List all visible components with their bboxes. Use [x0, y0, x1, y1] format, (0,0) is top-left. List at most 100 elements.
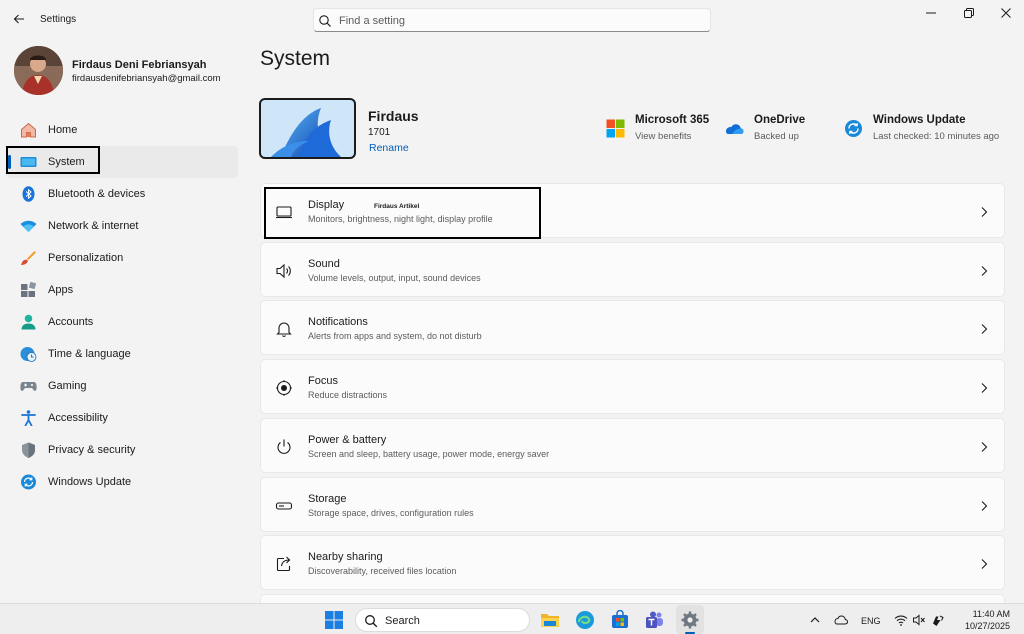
app-title: Settings [40, 14, 77, 25]
sidebar-item-label: Apps [48, 284, 74, 296]
bluetooth-icon [22, 186, 35, 202]
card-subtitle: Volume levels, output, input, sound devi… [308, 273, 481, 283]
system-highlight-box [6, 146, 100, 174]
restore-icon [964, 8, 974, 18]
back-button[interactable] [10, 10, 28, 28]
card-power-battery[interactable]: Power & battery Screen and sleep, batter… [260, 418, 1005, 473]
language-indicator[interactable]: ENG [861, 616, 881, 626]
find-setting-search[interactable] [313, 8, 711, 32]
card-title: Notifications [308, 316, 368, 328]
sidebar-item-label: Accounts [48, 316, 94, 328]
update-icon [21, 474, 36, 490]
chevron-right-icon [981, 207, 988, 217]
close-button[interactable] [997, 6, 1015, 20]
taskbar-search[interactable]: Search [355, 608, 530, 632]
profile-name: Firdaus Deni Febriansyah [72, 59, 207, 71]
card-subtitle: Discoverability, received files location [308, 566, 457, 576]
chevron-right-icon [981, 324, 988, 334]
file-explorer-icon[interactable] [540, 610, 560, 630]
title-bar: Settings [0, 0, 1024, 38]
card-title: Sound [308, 258, 340, 270]
rename-link[interactable]: Rename [369, 142, 409, 154]
chevron-right-icon [981, 501, 988, 511]
minimize-button[interactable] [922, 6, 940, 20]
volume-muted-icon[interactable] [912, 613, 926, 627]
cloud-icon[interactable] [834, 613, 848, 627]
focus-icon [276, 380, 292, 396]
card-storage[interactable]: Storage Storage space, drives, configura… [260, 477, 1005, 532]
chevron-right-icon [981, 442, 988, 452]
sidebar-item-label: Privacy & security [48, 444, 136, 456]
clock[interactable]: 11:40 AM 10/27/2025 [955, 608, 1010, 632]
sidebar-item-personalization[interactable]: Personalization [6, 242, 238, 274]
apps-icon [21, 282, 37, 297]
brush-icon [21, 251, 36, 265]
restore-button[interactable] [960, 6, 978, 20]
sidebar-item-privacy[interactable]: Privacy & security [6, 434, 238, 466]
chevron-right-icon [981, 559, 988, 569]
edge-browser-icon[interactable] [575, 610, 595, 630]
quick-link-subtitle: Backed up [754, 131, 799, 142]
search-input[interactable] [339, 12, 699, 29]
quick-link-title: Microsoft 365 [635, 114, 710, 126]
sidebar-item-accessibility[interactable]: Accessibility [6, 402, 238, 434]
chevron-right-icon [981, 383, 988, 393]
sidebar-item-apps[interactable]: Apps [6, 274, 238, 306]
card-focus[interactable]: Focus Reduce distractions [260, 359, 1005, 414]
globe-clock-icon [20, 347, 37, 362]
card-nearby-sharing[interactable]: Nearby sharing Discoverability, received… [260, 535, 1005, 590]
shield-icon [22, 442, 35, 458]
sidebar-item-home[interactable]: Home [6, 114, 238, 146]
search-icon [319, 15, 331, 27]
card-title: Focus [308, 375, 338, 387]
card-subtitle: Alerts from apps and system, do not dist… [308, 331, 482, 341]
sidebar-item-label: Windows Update [48, 476, 132, 488]
wifi-tray-icon[interactable] [894, 613, 908, 627]
card-sound[interactable]: Sound Volume levels, output, input, soun… [260, 242, 1005, 297]
device-name: Firdaus [368, 108, 419, 124]
teams-icon[interactable] [645, 610, 665, 630]
power-icon [277, 439, 291, 454]
sidebar-item-gaming[interactable]: Gaming [6, 370, 238, 402]
sidebar-item-network[interactable]: Network & internet [6, 210, 238, 242]
profile-email: firdausdenifebriansyah@gmail.com [72, 73, 221, 84]
share-icon [276, 556, 291, 572]
avatar-photo-icon [14, 46, 63, 95]
speaker-icon [276, 263, 291, 279]
device-thumbnail [259, 98, 356, 159]
back-arrow-icon [13, 14, 24, 24]
chevron-right-icon [981, 266, 988, 276]
clock-time: 11:40 AM [972, 609, 1010, 619]
card-notifications[interactable]: Notifications Alerts from apps and syste… [260, 300, 1005, 355]
sidebar-item-label: Network & internet [48, 220, 139, 232]
sidebar-item-label: Time & language [48, 348, 131, 360]
sidebar-item-time-language[interactable]: Time & language [6, 338, 238, 370]
battery-charging-icon[interactable] [931, 613, 945, 627]
microsoft-store-icon[interactable] [610, 610, 630, 630]
quick-link-title: Windows Update [873, 114, 966, 126]
windows-wallpaper-icon [261, 100, 354, 157]
accounts-icon [21, 314, 36, 330]
settings-gear-icon [681, 611, 699, 629]
sidebar-item-accounts[interactable]: Accounts [6, 306, 238, 338]
windows-update-icon [845, 120, 862, 137]
sidebar-item-label: Home [48, 124, 78, 136]
minimize-icon [926, 12, 936, 14]
sidebar-item-label: Personalization [48, 252, 124, 264]
home-icon [21, 122, 36, 138]
wifi-icon [20, 220, 37, 232]
card-subtitle: Screen and sleep, battery usage, power m… [308, 449, 550, 459]
sidebar-item-bluetooth[interactable]: Bluetooth & devices [6, 178, 238, 210]
windows-start-icon[interactable] [324, 610, 344, 630]
display-highlight-box [264, 187, 541, 239]
card-subtitle: Reduce distractions [308, 390, 388, 400]
chevron-up-icon[interactable] [808, 613, 822, 627]
avatar [14, 46, 63, 95]
clock-date: 10/27/2025 [964, 621, 1010, 631]
sidebar-item-label: Bluetooth & devices [48, 188, 146, 200]
storage-icon [275, 502, 293, 510]
settings-taskbar-button[interactable] [676, 605, 704, 634]
device-model: 1701 [368, 127, 391, 138]
card-title: Nearby sharing [308, 551, 383, 563]
sidebar-item-windows-update[interactable]: Windows Update [6, 466, 238, 498]
